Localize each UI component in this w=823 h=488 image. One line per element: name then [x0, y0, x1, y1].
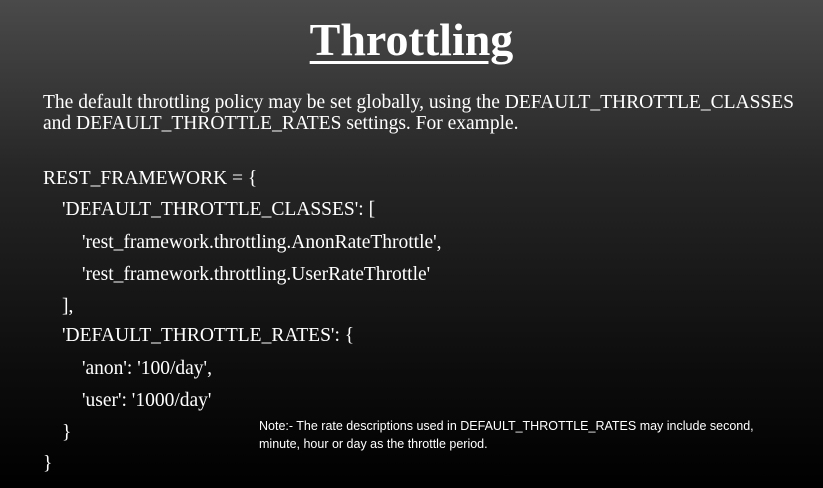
code-line: 'rest_framework.throttling.UserRateThrot…	[82, 264, 431, 285]
code-line: 'DEFAULT_THROTTLE_RATES': {	[62, 325, 355, 346]
footnote: Note:- The rate descriptions used in DEF…	[259, 417, 799, 453]
slide: Throttling The default throttling policy…	[0, 0, 823, 488]
intro-paragraph: The default throttling policy may be set…	[43, 92, 795, 134]
code-line: 'anon': '100/day',	[82, 358, 212, 379]
footnote-line: minute, hour or day as the throttle peri…	[259, 437, 488, 451]
code-line: 'user': '1000/day'	[82, 390, 212, 411]
code-line: ],	[62, 296, 74, 317]
footnote-line: Note:- The rate descriptions used in DEF…	[259, 419, 754, 433]
code-line: REST_FRAMEWORK = {	[43, 168, 258, 189]
code-line: 'rest_framework.throttling.AnonRateThrot…	[82, 232, 442, 253]
code-line: 'DEFAULT_THROTTLE_CLASSES': [	[62, 199, 376, 220]
slide-title: Throttling	[309, 14, 514, 65]
code-line: }	[43, 453, 53, 474]
code-line: }	[62, 422, 72, 443]
